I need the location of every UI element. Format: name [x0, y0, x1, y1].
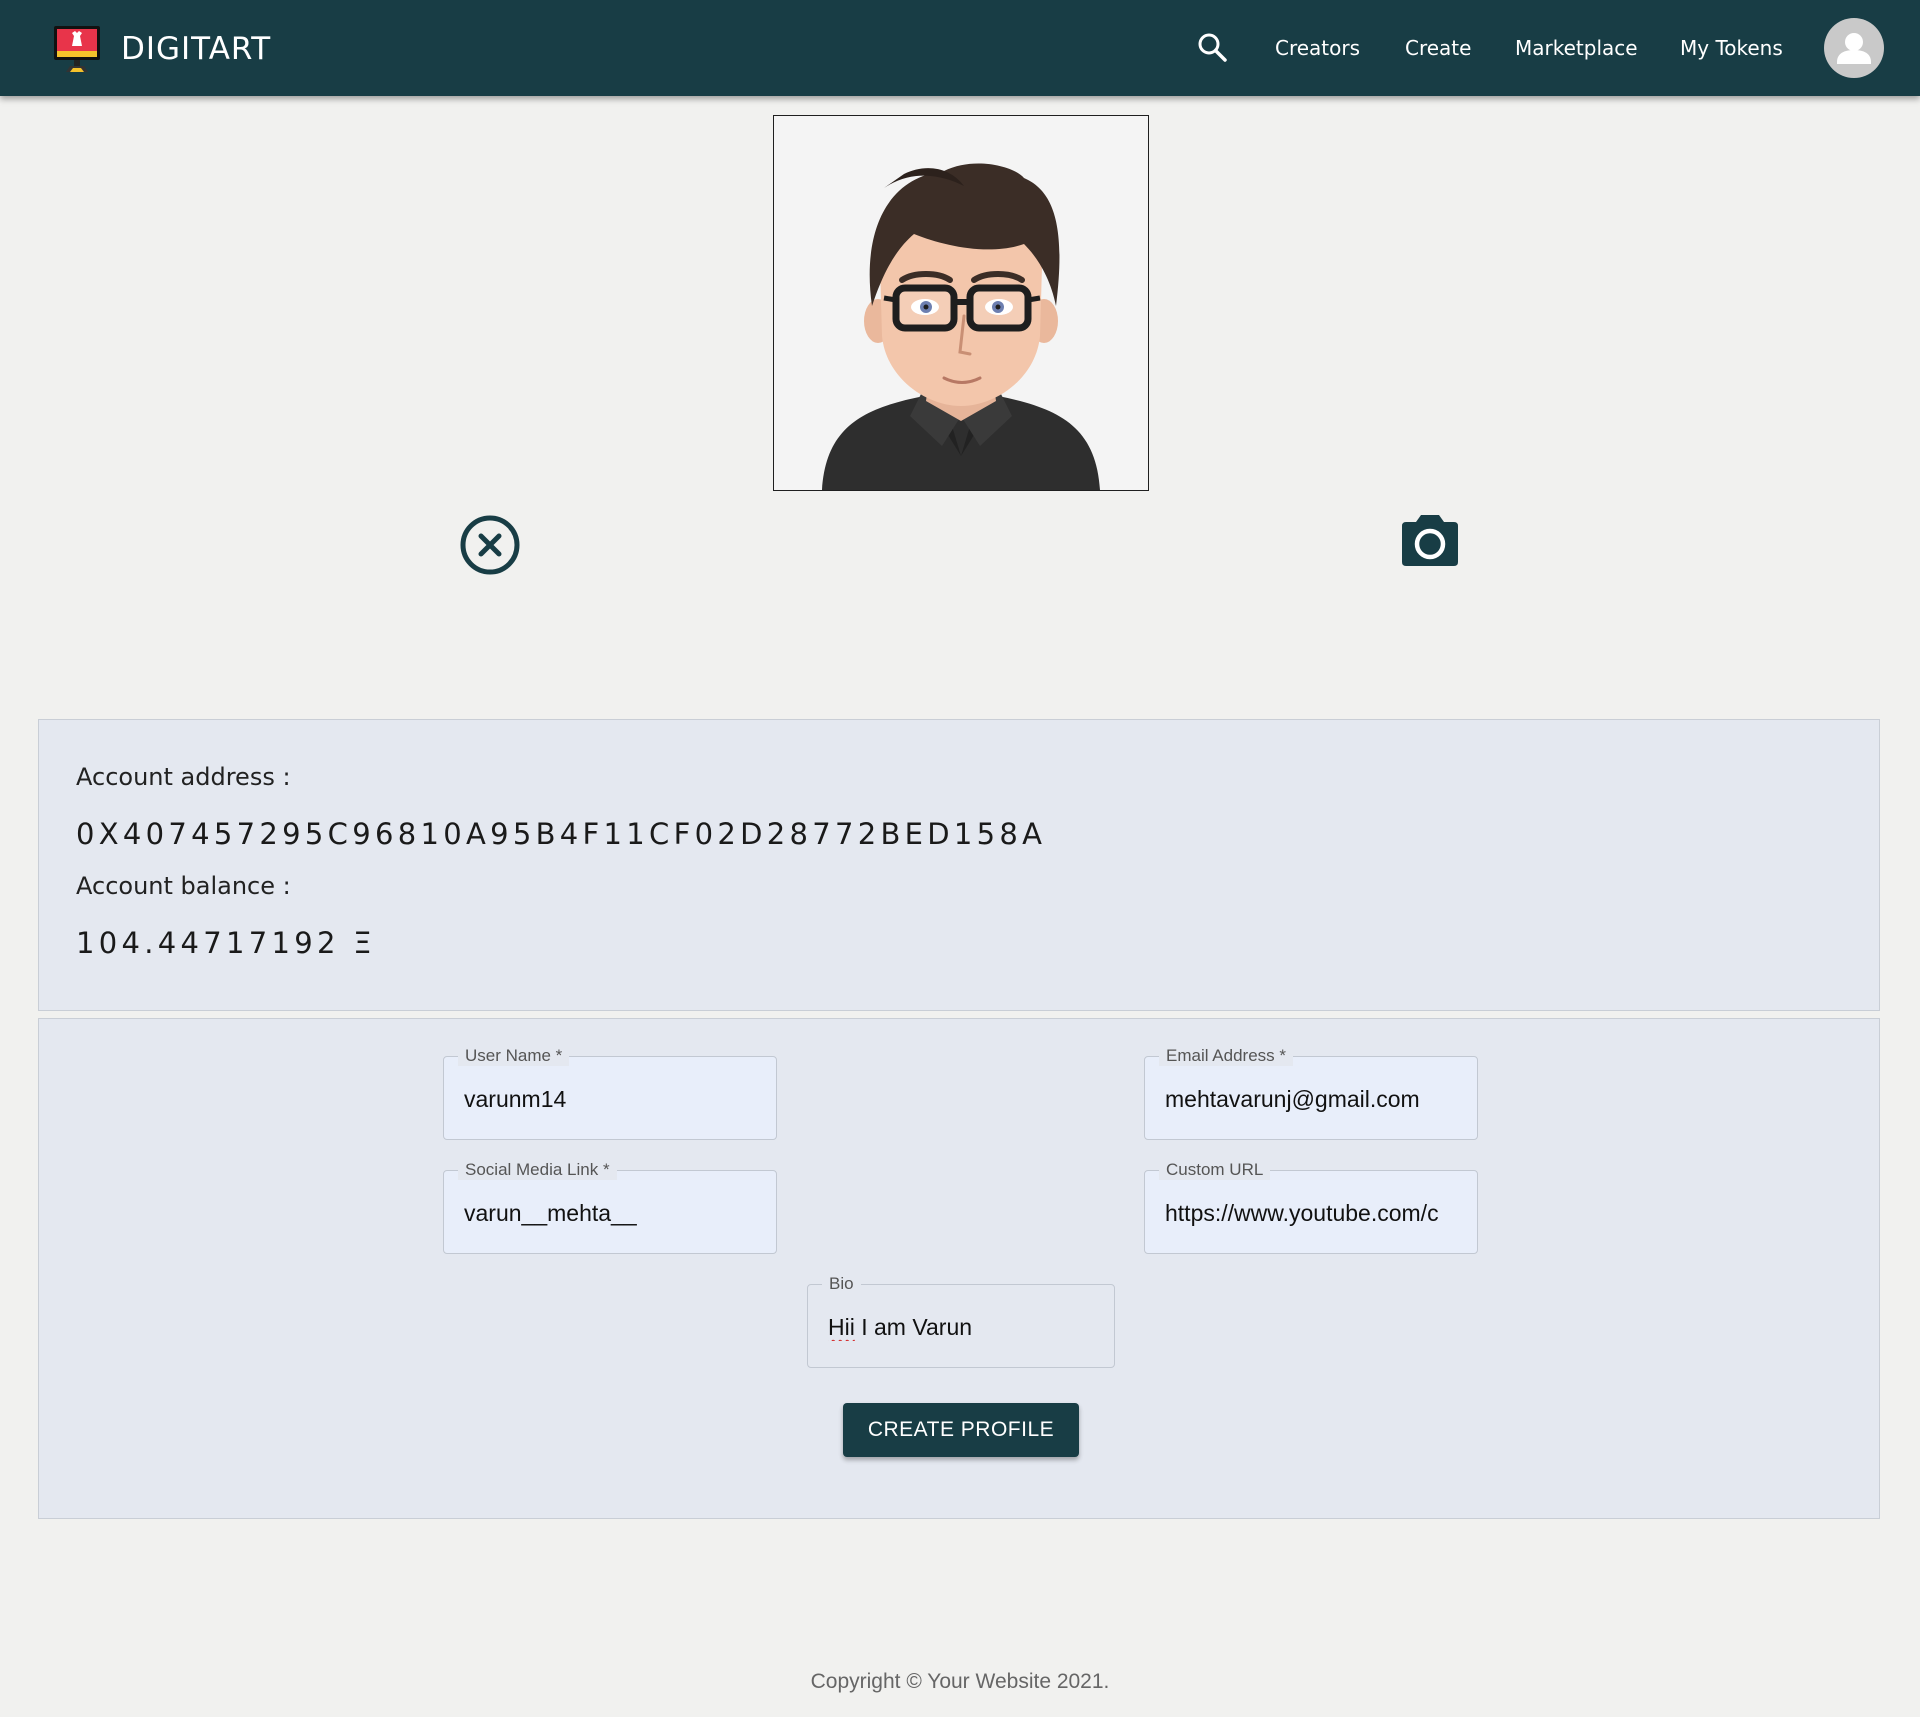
brand-home-link[interactable]: DIGITART	[52, 24, 271, 74]
username-field[interactable]: User Name * varunm14	[443, 1046, 777, 1140]
brand-name: DIGITART	[121, 31, 272, 67]
email-input-value[interactable]: mehtavarunj@gmail.com	[1165, 1085, 1457, 1113]
footer-copyright: Copyright © Your Website 2021.	[810, 1670, 1110, 1693]
user-avatar-button[interactable]	[1824, 18, 1884, 78]
bio-input-value[interactable]: Hii I am Varun	[828, 1313, 1094, 1341]
nav-link-create[interactable]: Create	[1405, 30, 1471, 66]
user-avatar-icon	[1837, 33, 1871, 64]
social-media-field[interactable]: Social Media Link * varun__mehta__	[443, 1160, 777, 1254]
account-address-label: Account address :	[76, 763, 291, 791]
nav-link-my-tokens[interactable]: My Tokens	[1680, 30, 1783, 66]
username-label: User Name *	[458, 1046, 570, 1066]
bio-label: Bio	[822, 1274, 861, 1294]
bio-field[interactable]: Bio Hii I am Varun	[807, 1274, 1115, 1368]
nav-link-marketplace[interactable]: Marketplace	[1515, 30, 1638, 66]
bio-misspelled-word: Hii	[828, 1314, 855, 1340]
account-balance-label: Account balance :	[76, 872, 291, 900]
email-label: Email Address *	[1159, 1046, 1293, 1066]
account-balance-value: 104.44717192 Ξ	[76, 926, 376, 960]
top-navbar: DIGITART Creators Create Marketplace My …	[0, 0, 1920, 96]
cartoon-avatar-image	[822, 163, 1100, 490]
social-media-label: Social Media Link *	[458, 1160, 617, 1180]
create-profile-button[interactable]: CREATE PROFILE	[843, 1403, 1079, 1457]
monitor-logo-icon	[54, 26, 100, 72]
remove-image-button[interactable]	[459, 514, 521, 576]
nav-link-creators[interactable]: Creators	[1275, 30, 1360, 66]
account-info-panel: Account address : 0X407457295C96810A95B4…	[38, 719, 1880, 1011]
email-field[interactable]: Email Address * mehtavarunj@gmail.com	[1144, 1046, 1478, 1140]
custom-url-label: Custom URL	[1159, 1160, 1271, 1180]
custom-url-field[interactable]: Custom URL https://www.youtube.com/c	[1144, 1160, 1478, 1254]
custom-url-input-value[interactable]: https://www.youtube.com/c	[1165, 1199, 1457, 1227]
username-input-value[interactable]: varunm14	[464, 1085, 756, 1113]
search-icon[interactable]	[1196, 31, 1230, 65]
account-address-value: 0X407457295C96810A95B4F11CF02D28772BED15…	[76, 817, 1047, 851]
profile-form-panel: User Name * varunm14 Email Address * meh…	[38, 1018, 1880, 1519]
social-media-input-value[interactable]: varun__mehta__	[464, 1199, 756, 1227]
bio-text-rest: I am Varun	[854, 1314, 973, 1340]
camera-upload-button[interactable]	[1398, 512, 1462, 570]
profile-image	[773, 115, 1149, 491]
